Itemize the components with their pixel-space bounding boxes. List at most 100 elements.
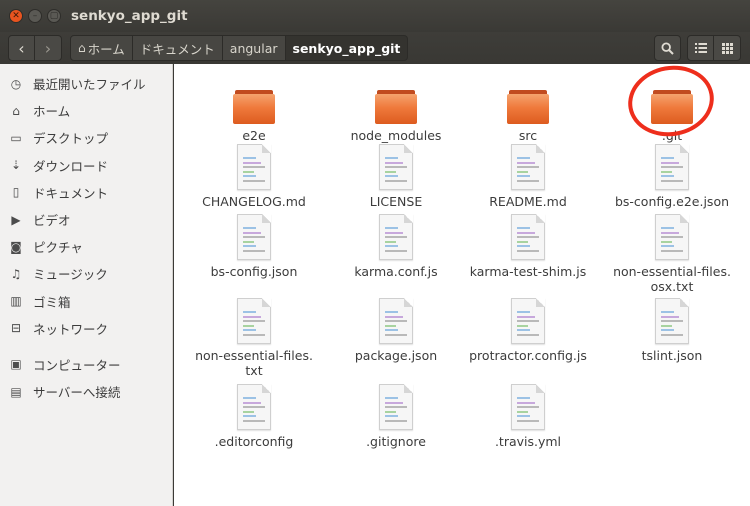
breadcrumb-label: ホーム (87, 41, 125, 57)
file-item[interactable]: non-essential-files. txt (184, 298, 324, 378)
sidebar-item-home[interactable]: ⌂ ホーム (0, 97, 172, 124)
text-file-icon (655, 214, 689, 260)
file-item[interactable]: .editorconfig (184, 384, 324, 449)
folder-icon (507, 90, 549, 124)
text-file-icon (379, 384, 413, 430)
sidebar-item-label: ダウンロード (33, 158, 109, 174)
desktop-icon: ▭ (10, 130, 22, 145)
breadcrumb-current[interactable]: senkyo_app_git (285, 35, 409, 61)
file-item[interactable]: package.json (326, 298, 466, 363)
text-file-icon (237, 214, 271, 260)
network-icon: ⊟ (10, 321, 22, 336)
search-button[interactable] (654, 35, 681, 61)
search-icon (661, 41, 674, 55)
file-name: node_modules (350, 128, 442, 143)
sidebar-item-trash[interactable]: ▥ ゴミ箱 (0, 288, 172, 315)
forward-button[interactable]: › (35, 35, 62, 61)
file-item[interactable]: bs-config.e2e.json (602, 144, 742, 209)
file-item[interactable]: bs-config.json (184, 214, 324, 279)
sidebar-item-camera[interactable]: ◙ ピクチャ (0, 233, 172, 260)
sidebar-item-clock[interactable]: ◷ 最近開いたファイル (0, 70, 172, 97)
grid-view-button[interactable] (714, 35, 741, 61)
text-file-icon (511, 214, 545, 260)
file-item[interactable]: .travis.yml (458, 384, 598, 449)
sidebar-item-label: ネットワーク (33, 321, 109, 337)
window-title: senkyo_app_git (71, 8, 188, 24)
file-item[interactable]: karma-test-shim.js (458, 214, 598, 279)
back-button[interactable]: ‹ (8, 35, 35, 61)
file-name: CHANGELOG.md (202, 194, 306, 209)
sidebar-item-desktop[interactable]: ▭ デスクトップ (0, 124, 172, 151)
sidebar: ◷ 最近開いたファイル ⌂ ホーム ▭ デスクトップ ⇣ ダウンロード ▯ ドキュメント ▶ ビデオ ◙… (0, 64, 173, 506)
file-name: non-essential-files. osx.txt (613, 264, 731, 294)
folder-icon (233, 90, 275, 124)
sidebar-item-label: ホーム (33, 104, 71, 120)
text-file-icon (511, 384, 545, 430)
file-item[interactable]: non-essential-files. osx.txt (602, 214, 742, 294)
file-name: LICENSE (369, 194, 423, 209)
folder-icon (375, 90, 417, 124)
file-item[interactable]: karma.conf.js (326, 214, 466, 279)
title-bar: ✕ – ▢ senkyo_app_git (0, 0, 750, 32)
file-name: src (518, 128, 538, 143)
file-item[interactable]: tslint.json (602, 298, 742, 363)
music-icon: ♫ (10, 266, 22, 281)
text-file-icon (655, 298, 689, 344)
grid-view-icon (721, 42, 733, 54)
sidebar-item-label: 最近開いたファイル (33, 77, 146, 93)
sidebar-item-label: ピクチャ (33, 240, 83, 256)
folder-item[interactable]: e2e (184, 76, 324, 143)
document-icon: ▯ (12, 185, 20, 200)
file-name: .editorconfig (214, 434, 294, 449)
breadcrumb-home[interactable]: ⌂ ホーム (70, 35, 133, 61)
file-item[interactable]: protractor.config.js (458, 298, 598, 363)
video-icon: ▶ (11, 212, 21, 227)
sidebar-item-server[interactable]: ▤ サーバーへ接続 (0, 378, 172, 405)
breadcrumb-angular[interactable]: angular (222, 35, 286, 61)
text-file-icon (379, 144, 413, 190)
file-name: e2e (242, 128, 266, 143)
file-name: protractor.config.js (469, 348, 587, 363)
folder-item[interactable]: node_modules (326, 76, 466, 143)
file-name: .gitignore (366, 434, 426, 449)
server-icon: ▤ (10, 384, 22, 399)
close-window-button[interactable]: ✕ (9, 9, 23, 23)
minimize-window-button[interactable]: – (28, 9, 42, 23)
nav-buttons: ‹ › (8, 35, 62, 61)
toolbar-right (654, 35, 741, 61)
sidebar-item-document[interactable]: ▯ ドキュメント (0, 179, 172, 206)
sidebar-item-network[interactable]: ⊟ ネットワーク (0, 315, 172, 342)
trash-icon: ▥ (10, 294, 22, 309)
computer-icon: ▣ (10, 357, 22, 372)
text-file-icon (237, 144, 271, 190)
sidebar-item-label: ビデオ (33, 213, 71, 229)
home-icon: ⌂ (12, 103, 20, 118)
file-item[interactable]: README.md (458, 144, 598, 209)
list-view-button[interactable] (687, 35, 714, 61)
file-name: non-essential-files. txt (195, 348, 313, 378)
breadcrumb: ⌂ ホーム ドキュメント angular senkyo_app_git (70, 35, 409, 61)
clock-icon: ◷ (10, 76, 22, 91)
file-item[interactable]: CHANGELOG.md (184, 144, 324, 209)
file-item[interactable]: .gitignore (326, 384, 466, 449)
file-name: bs-config.e2e.json (614, 194, 730, 209)
sidebar-item-music[interactable]: ♫ ミュージック (0, 260, 172, 287)
folder-item[interactable]: src (458, 76, 598, 143)
text-file-icon (511, 298, 545, 344)
maximize-window-button[interactable]: ▢ (47, 9, 61, 23)
sidebar-item-download[interactable]: ⇣ ダウンロード (0, 152, 172, 179)
sidebar-item-label: ドキュメント (33, 185, 109, 201)
sidebar-item-video[interactable]: ▶ ビデオ (0, 206, 172, 233)
file-name: bs-config.json (210, 264, 298, 279)
file-item[interactable]: LICENSE (326, 144, 466, 209)
camera-icon: ◙ (10, 239, 22, 254)
text-file-icon (511, 144, 545, 190)
window-controls: ✕ – ▢ (9, 9, 61, 23)
sidebar-item-label: サーバーへ接続 (33, 385, 121, 401)
sidebar-item-computer[interactable]: ▣ コンピューター (0, 351, 172, 378)
file-name: karma.conf.js (354, 264, 438, 279)
sidebar-item-label: コンピューター (33, 357, 121, 373)
file-name: package.json (354, 348, 438, 363)
text-file-icon (237, 298, 271, 344)
breadcrumb-documents[interactable]: ドキュメント (132, 35, 223, 61)
